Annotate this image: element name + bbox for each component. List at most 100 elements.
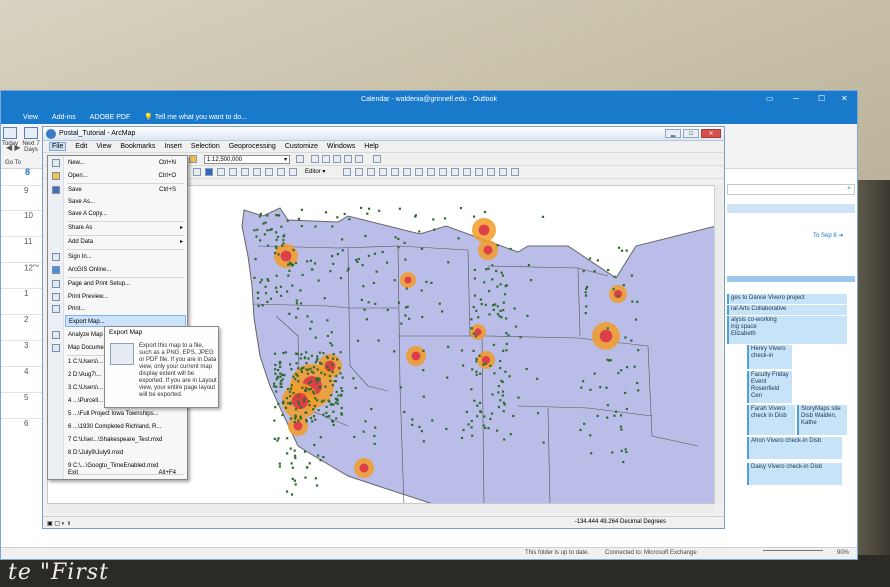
close-button[interactable]: ✕ (701, 129, 721, 138)
next-7-days-button[interactable]: Next 7 Days (21, 127, 41, 153)
swipe-icon[interactable] (289, 168, 297, 176)
appointment[interactable]: Farah Vivero check in Disb (747, 405, 795, 435)
minimize-icon[interactable]: ─ (793, 94, 799, 103)
map-scale-input[interactable]: 1:12,500,000 ▾ (204, 155, 290, 164)
menu-windows[interactable]: Windows (327, 143, 355, 150)
feature-point (308, 462, 311, 465)
create-features-icon[interactable] (439, 168, 447, 176)
appointment[interactable]: Henry Vivero check-in (747, 345, 792, 369)
add-data-icon[interactable] (189, 155, 197, 163)
menu-item-exit[interactable]: Exit Alt+F4 (65, 467, 186, 479)
appointment[interactable]: Daisy Vivero check-in Disb (747, 463, 842, 485)
menu-item-arcgis-online[interactable]: ArcGIS Online... (65, 264, 186, 276)
tell-me-box[interactable]: 💡 Tell me what you want to do... (144, 113, 247, 121)
appointment[interactable]: Ahon Vivero check-in Disb (747, 437, 842, 459)
edit-tool-icon[interactable] (343, 168, 351, 176)
arcmap-globe-icon (46, 129, 56, 139)
zoom-slider[interactable] (763, 550, 823, 551)
menu-item-save[interactable]: Save Ctrl+S (65, 184, 186, 196)
attributes-icon[interactable] (415, 168, 423, 176)
menu-adobe-pdf[interactable]: ADOBE PDF (90, 114, 130, 121)
menu-view[interactable]: View (23, 114, 38, 121)
feature-point (473, 277, 477, 280)
feature-point (624, 391, 627, 395)
sketch-tool-icon[interactable] (355, 168, 363, 176)
time-slider-icon[interactable] (277, 168, 285, 176)
topology-icon[interactable] (451, 168, 459, 176)
appointment[interactable]: ges to Dance Vivero project (727, 294, 847, 304)
feature-point (589, 388, 592, 391)
search-window-icon[interactable] (333, 155, 341, 163)
feature-point (323, 297, 326, 300)
rotate-icon[interactable] (403, 168, 411, 176)
straight-segment-icon[interactable] (367, 168, 375, 176)
feature-point (305, 387, 308, 390)
measure-icon[interactable] (229, 168, 237, 176)
select-elements-icon[interactable] (193, 168, 201, 176)
maximize-button[interactable]: □ (683, 129, 699, 138)
menu-view[interactable]: View (96, 143, 111, 150)
close-icon[interactable]: ✕ (841, 94, 848, 103)
editor-toolbar-icon[interactable] (296, 155, 304, 163)
hyperlink-icon[interactable] (241, 168, 249, 176)
menu-customize[interactable]: Customize (285, 143, 318, 150)
menu-item-print-preview[interactable]: Print Preview... (65, 291, 186, 303)
menu-file[interactable]: File (49, 142, 67, 151)
menu-selection[interactable]: Selection (191, 143, 220, 150)
arctoolbox-icon[interactable] (344, 155, 352, 163)
view-toggle-icons[interactable]: ▣ ▢ ◐ ॥ (47, 519, 71, 527)
to-date-link[interactable]: To Sep 8 ➜ (813, 232, 843, 239)
menu-item-print[interactable]: Print... (65, 303, 186, 315)
menu-add-ins[interactable]: Add-ins (52, 114, 76, 121)
editor-menu[interactable]: Editor ▾ (305, 168, 325, 175)
menu-item-new[interactable]: New... Ctrl+N (65, 157, 186, 169)
menu-item-save-as[interactable]: Save As... (65, 196, 186, 208)
recent-file-5[interactable]: 5 ...\Full Project Iowa Townships... (65, 408, 186, 420)
recent-file-8[interactable]: 8 D:\July9\July9.mxd (65, 447, 186, 459)
graph-icon[interactable] (487, 168, 495, 176)
map-horizontal-scrollbar[interactable] (47, 505, 715, 513)
menu-item-share-as[interactable]: Share As ▸ (65, 222, 186, 234)
menu-geoprocessing[interactable]: Geoprocessing (229, 143, 276, 150)
menu-item-page-setup[interactable]: Page and Print Setup... (65, 278, 186, 290)
menu-bookmarks[interactable]: Bookmarks (120, 143, 155, 150)
route-icon[interactable] (265, 168, 273, 176)
menu-edit[interactable]: Edit (75, 143, 87, 150)
python-icon[interactable] (355, 155, 363, 163)
feature-point (636, 381, 639, 385)
appointment[interactable]: Faculty Friday Event Rosenfield Cen (747, 371, 792, 403)
menu-item-save-a-copy[interactable]: Save A Copy... (65, 208, 186, 220)
menu-item-open[interactable]: Open... Ctrl+O (65, 170, 186, 182)
catalog-icon[interactable] (322, 155, 330, 163)
search-input[interactable]: ⌕ (727, 184, 855, 195)
minimize-button[interactable]: ▁ (665, 129, 681, 138)
appointment[interactable]: ral Arts Collaborative (727, 305, 847, 315)
menu-item-sign-in[interactable]: Sign In... (65, 251, 186, 263)
feature-point (364, 420, 367, 423)
trace-icon[interactable] (379, 168, 387, 176)
appointment[interactable]: StoryMaps site Disb Walden, Kathe (797, 405, 847, 435)
split-icon[interactable] (391, 168, 399, 176)
layout-icon[interactable] (499, 168, 507, 176)
sketch-properties-icon[interactable] (427, 168, 435, 176)
feature-point (341, 389, 344, 393)
appointment[interactable]: alysis co-working ing space Elizabeth (727, 316, 847, 344)
recent-file-6[interactable]: 6 ...\1930 Completed Richland, R... (65, 421, 186, 433)
maximize-icon[interactable]: ☐ (818, 94, 825, 103)
find-icon[interactable] (217, 168, 225, 176)
restore-ribbon-icon[interactable]: ▭ (766, 94, 774, 103)
table-of-contents-icon[interactable] (311, 155, 319, 163)
menu-help[interactable]: Help (364, 143, 378, 150)
identify-icon[interactable] (205, 168, 213, 176)
model-builder-icon[interactable] (373, 155, 381, 163)
table-icon[interactable] (475, 168, 483, 176)
recent-file-7[interactable]: 7 C:\User...\Shakespeare_Test.mxd (65, 434, 186, 446)
feature-point (394, 236, 397, 239)
map-vertical-scrollbar[interactable] (714, 185, 722, 504)
menu-item-add-data[interactable]: Add Data ▸ (65, 236, 186, 248)
snapping-icon[interactable] (463, 168, 471, 176)
nav-arrows[interactable]: ◀ ▶ (6, 143, 21, 152)
overflow-icon[interactable] (511, 168, 519, 176)
menu-insert[interactable]: Insert (164, 143, 182, 150)
html-popup-icon[interactable] (253, 168, 261, 176)
